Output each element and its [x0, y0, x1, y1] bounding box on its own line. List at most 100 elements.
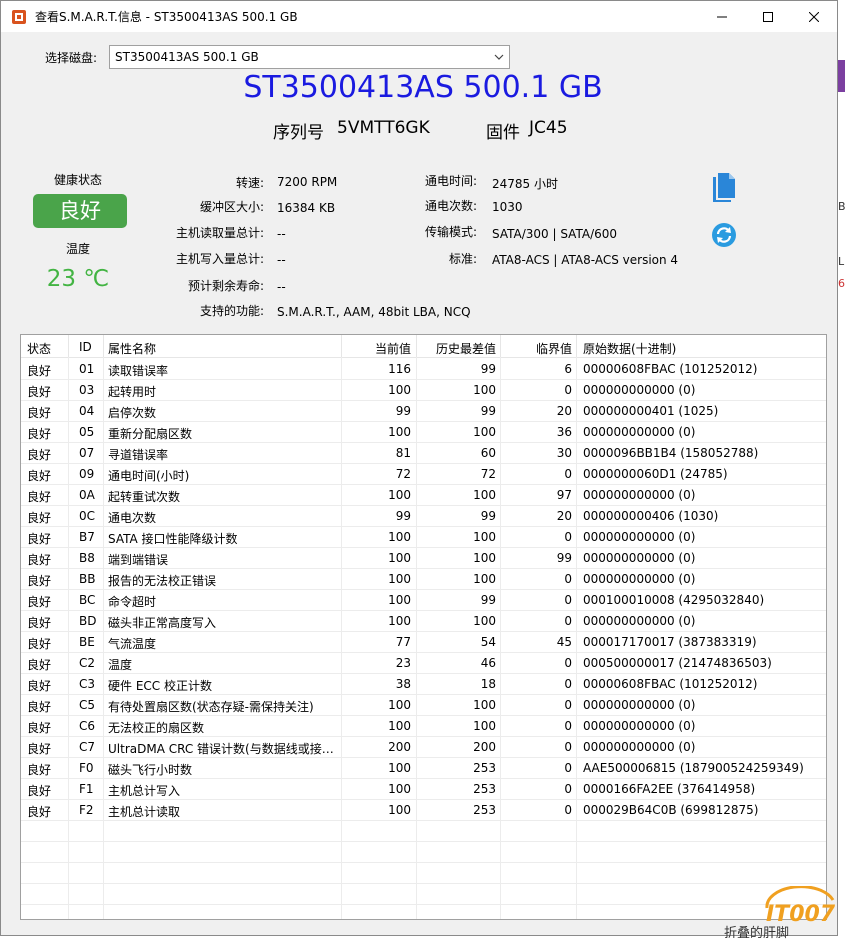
cell-worst: 99	[480, 509, 496, 523]
cell-raw: 000000000000 (0)	[583, 425, 696, 439]
cell-threshold: 0	[564, 656, 572, 670]
cell-threshold: 6	[564, 362, 572, 376]
table-row[interactable]: 良好 0A 起转重试次数 100 100 97 000000000000 (0)	[21, 484, 826, 506]
rpm-value: 7200 RPM	[277, 175, 338, 189]
column-header-raw[interactable]: 原始数据(十进制)	[583, 340, 676, 357]
cell-worst: 200	[473, 740, 496, 754]
cell-threshold: 0	[564, 719, 572, 733]
host-write-label: 主机写入量总计:	[175, 252, 264, 266]
cell-worst: 100	[473, 530, 496, 544]
cell-attribute: 气流温度	[108, 637, 157, 651]
cell-worst: 253	[473, 761, 496, 775]
cell-id: C7	[79, 740, 96, 754]
cell-raw: 0000096BB1B4 (158052788)	[583, 446, 759, 460]
host-write-value: --	[277, 253, 286, 267]
cell-threshold: 20	[556, 404, 572, 418]
minimize-button[interactable]	[699, 1, 745, 32]
transfer-mode-label: 传输模式:	[424, 225, 477, 239]
health-status-badge: 良好	[33, 194, 127, 228]
column-header-id[interactable]: ID	[79, 340, 92, 354]
table-row[interactable]: 良好 F1 主机总计写入 100 253 0 0000166FA2EE (376414958…	[21, 778, 826, 800]
cell-id: BD	[79, 614, 97, 628]
cell-worst: 100	[473, 572, 496, 586]
cell-status: 良好	[27, 553, 52, 567]
cell-raw: 000000000406 (1030)	[583, 509, 719, 523]
cell-id: BB	[79, 572, 96, 586]
empty-row	[21, 862, 826, 884]
table-row[interactable]: 良好 04 启停次数 99 99 20 000000000401 (1025)	[21, 400, 826, 422]
table-row[interactable]: 良好 07 寻道错误率 81 60 30 0000096BB1B4 (158052788)	[21, 442, 826, 464]
cell-attribute: 磁头非正常高度写入	[108, 616, 217, 630]
cell-current: 38	[395, 677, 411, 691]
cell-threshold: 30	[556, 446, 572, 460]
cell-attribute: 命令超时	[108, 595, 157, 609]
column-header-threshold[interactable]: 临界值	[502, 340, 572, 357]
cell-worst: 253	[473, 803, 496, 817]
copy-document-icon[interactable]	[711, 172, 737, 202]
table-row[interactable]: 良好 F0 磁头飞行小时数 100 253 0 AAE500006815 (18790052…	[21, 757, 826, 779]
background-window	[838, 0, 845, 936]
chevron-down-icon	[494, 54, 504, 60]
cell-status: 良好	[27, 511, 52, 525]
close-icon	[809, 11, 819, 22]
cell-current: 100	[388, 530, 411, 544]
cell-id: 07	[79, 446, 95, 460]
cell-threshold: 20	[556, 509, 572, 523]
cell-status: 良好	[27, 721, 52, 735]
cell-current: 100	[388, 719, 411, 733]
table-row[interactable]: 良好 F2 主机总计读取 100 253 0 000029B64C0B (699812875…	[21, 799, 826, 821]
cell-threshold: 0	[564, 698, 572, 712]
cell-worst: 100	[473, 719, 496, 733]
title-bar: 查看S.M.A.R.T.信息 - ST3500413AS 500.1 GB	[1, 1, 837, 32]
cell-current: 100	[388, 383, 411, 397]
disk-select-label: 选择磁盘:	[45, 51, 98, 65]
maximize-button[interactable]	[745, 1, 791, 32]
table-row[interactable]: 良好 0C 通电次数 99 99 20 000000000406 (1030)	[21, 505, 826, 527]
table-row[interactable]: 良好 01 读取错误率 116 99 6 00000608FBAC (101252012)	[21, 358, 826, 380]
table-row[interactable]: 良好 05 重新分配扇区数 100 100 36 000000000000 (0)	[21, 421, 826, 443]
table-row[interactable]: 良好 C7 UltraDMA CRC 错误计数(与数据线或接… 200 200 0 0000…	[21, 736, 826, 758]
cell-raw: 0000000060D1 (24785)	[583, 467, 728, 481]
column-header-attribute[interactable]: 属性名称	[108, 340, 156, 357]
column-header-status[interactable]: 状态	[27, 340, 51, 357]
cell-id: BC	[79, 593, 96, 607]
host-read-label: 主机读取量总计:	[175, 226, 264, 240]
table-row[interactable]: 良好 C2 温度 23 46 0 000500000017 (21474836503)	[21, 652, 826, 674]
cell-threshold: 0	[564, 782, 572, 796]
table-row[interactable]: 良好 C6 无法校正的扇区数 100 100 0 000000000000 (0)	[21, 715, 826, 737]
rpm-label: 转速:	[235, 176, 264, 190]
cell-status: 良好	[27, 385, 52, 399]
cell-raw: 00000608FBAC (101252012)	[583, 362, 758, 376]
table-row[interactable]: 良好 B8 端到端错误 100 100 99 000000000000 (0)	[21, 547, 826, 569]
table-row[interactable]: 良好 09 通电时间(小时) 72 72 0 0000000060D1 (24785)	[21, 463, 826, 485]
disk-select-value: ST3500413AS 500.1 GB	[115, 50, 259, 64]
table-row[interactable]: 良好 03 起转用时 100 100 0 000000000000 (0)	[21, 379, 826, 401]
table-row[interactable]: 良好 BC 命令超时 100 99 0 000100010008 (4295032840)	[21, 589, 826, 611]
cell-status: 良好	[27, 658, 52, 672]
table-row[interactable]: 良好 B7 SATA 接口性能降级计数 100 100 0 000000000000 (0)	[21, 526, 826, 548]
cell-attribute: 端到端错误	[108, 553, 169, 567]
column-header-worst[interactable]: 历史最差值	[418, 340, 496, 357]
cell-attribute: 主机总计写入	[108, 784, 181, 798]
table-row[interactable]: 良好 BE 气流温度 77 54 45 000017170017 (387383319)	[21, 631, 826, 653]
cell-status: 良好	[27, 427, 52, 441]
cell-attribute: 硬件 ECC 校正计数	[108, 679, 212, 693]
cell-id: B7	[79, 530, 95, 544]
table-row[interactable]: 良好 C3 硬件 ECC 校正计数 38 18 0 00000608FBAC (101252…	[21, 673, 826, 695]
smart-attributes-table[interactable]: 状态 ID 属性名称 当前值 历史最差值 临界值 原始数据(十进制) 良好 01 读…	[20, 334, 827, 920]
table-row[interactable]: 良好 BB 报告的无法校正错误 100 100 0 000000000000 (0)	[21, 568, 826, 590]
disk-select[interactable]: ST3500413AS 500.1 GB	[109, 45, 510, 69]
close-button[interactable]	[791, 1, 837, 32]
cell-threshold: 0	[564, 614, 572, 628]
cell-worst: 60	[480, 446, 496, 460]
refresh-icon[interactable]	[711, 222, 737, 248]
table-row[interactable]: 良好 BD 磁头非正常高度写入 100 100 0 000000000000 (0)	[21, 610, 826, 632]
table-row[interactable]: 良好 C5 有待处置扇区数(状态存疑-需保持关注) 100 100 0 0000000000…	[21, 694, 826, 716]
cell-attribute: 有待处置扇区数(状态存疑-需保持关注)	[108, 700, 314, 714]
column-header-current[interactable]: 当前值	[343, 340, 411, 357]
background-purple-banner	[838, 60, 845, 92]
cell-raw: 000017170017 (387383319)	[583, 635, 757, 649]
cell-raw: 0000166FA2EE (376414958)	[583, 782, 756, 796]
disk-model-title: ST3500413AS 500.1 GB	[243, 70, 603, 105]
cell-current: 99	[395, 404, 411, 418]
